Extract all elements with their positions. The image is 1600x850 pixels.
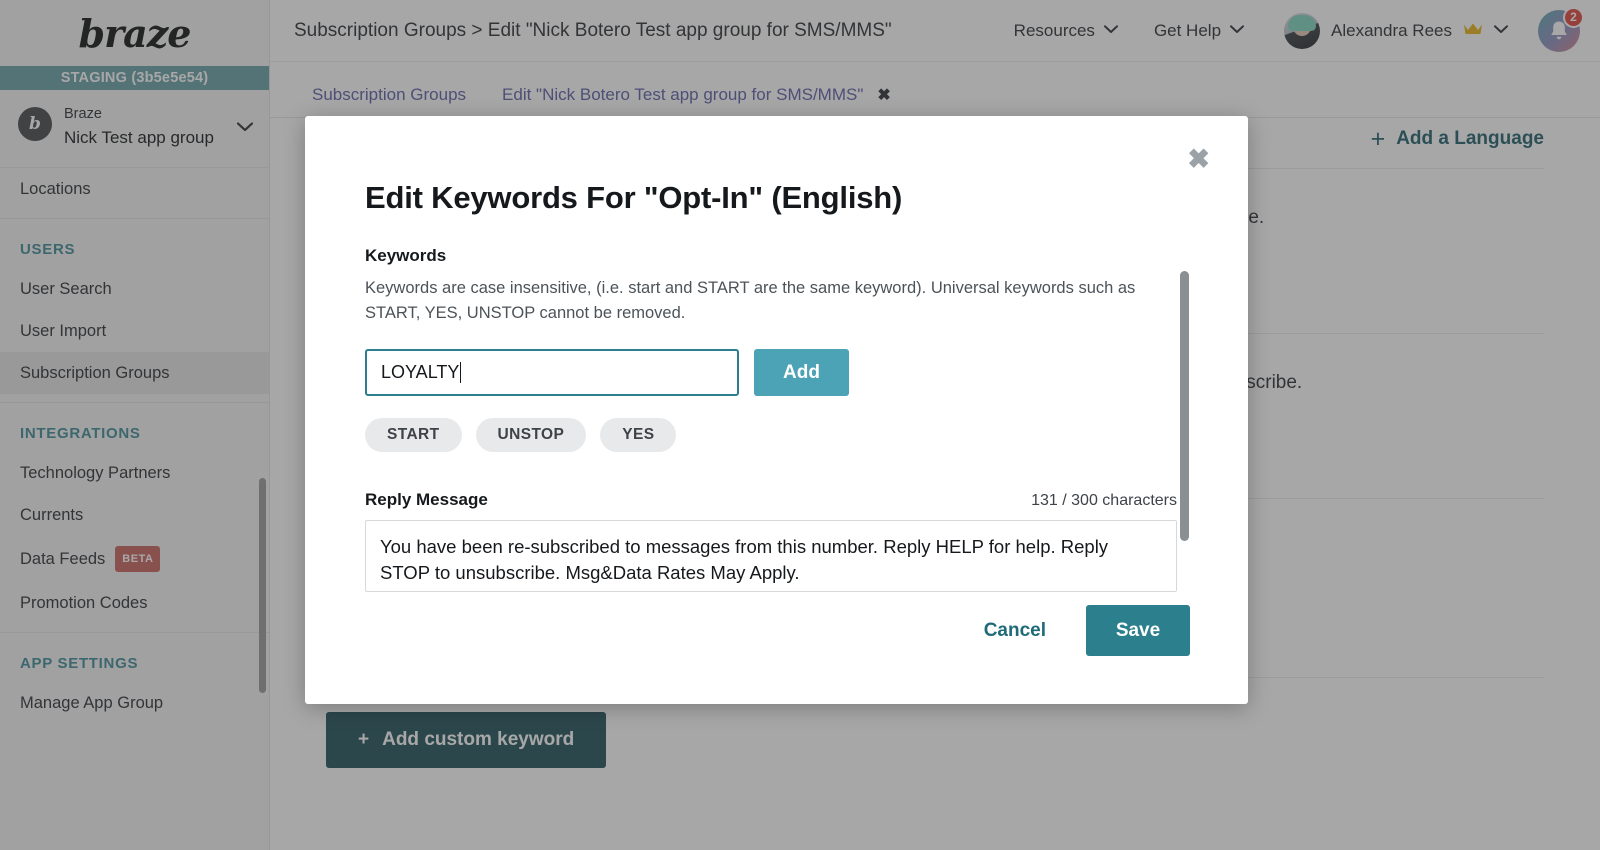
keyword-chip-start[interactable]: START — [365, 418, 462, 452]
keywords-label: Keywords — [365, 246, 447, 265]
edit-keywords-modal: ✖ Edit Keywords For "Opt-In" (English) K… — [305, 116, 1248, 704]
keywords-help-text: Keywords are case insensitive, (i.e. sta… — [365, 279, 1136, 322]
keyword-chip-unstop[interactable]: UNSTOP — [475, 418, 587, 452]
modal-scrollbar[interactable] — [1180, 271, 1189, 541]
keyword-entry-row: LOYALTY Add — [365, 349, 1185, 396]
reply-message-label: Reply Message — [365, 490, 488, 509]
keyword-chip-yes[interactable]: YES — [600, 418, 677, 452]
text-caret — [460, 362, 462, 383]
reply-message-header: Reply Message 131 / 300 characters — [365, 490, 1177, 510]
character-counter: 131 / 300 characters — [1031, 492, 1177, 509]
reply-message-textarea[interactable]: You have been re-subscribed to messages … — [365, 520, 1177, 592]
modal-title: Edit Keywords For "Opt-In" (English) — [365, 180, 903, 215]
add-keyword-button[interactable]: Add — [754, 349, 849, 396]
close-icon[interactable]: ✖ — [1187, 146, 1210, 173]
save-button[interactable]: Save — [1086, 605, 1190, 656]
modal-body: Keywords Keywords are case insensitive, … — [365, 246, 1185, 592]
keyword-input-value: LOYALTY — [381, 362, 460, 382]
cancel-button[interactable]: Cancel — [984, 620, 1046, 642]
keyword-input[interactable]: LOYALTY — [365, 349, 739, 396]
modal-actions: Cancel Save — [984, 605, 1190, 656]
keyword-chip-list: START UNSTOP YES — [365, 418, 1185, 452]
